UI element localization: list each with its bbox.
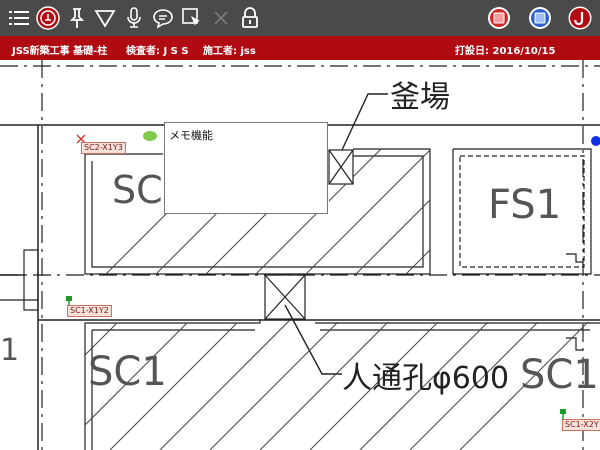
lock-icon[interactable] — [237, 5, 263, 31]
stamp-blue-icon[interactable] — [527, 5, 553, 31]
speech-bubble-icon[interactable] — [150, 5, 176, 31]
drawing-canvas[interactable]: 釜場 SC1 FS1 SC1 SC1 人通孔φ600 1 — [0, 60, 600, 450]
list-icon[interactable] — [6, 5, 32, 31]
close-icon[interactable] — [208, 5, 234, 31]
project-title: JSS新築工事 基礎-柱 — [12, 46, 108, 57]
memo-bubble-icon[interactable] — [143, 131, 157, 141]
label-kamaba: 釜場 — [390, 80, 450, 115]
contractor-label: 施工者: jss — [203, 46, 256, 57]
label-manhole: 人通孔φ600 — [342, 361, 509, 396]
label-sc1-bottom: SC1 — [88, 349, 167, 395]
stamp-red-icon[interactable] — [486, 5, 512, 31]
pin-icon[interactable] — [64, 5, 90, 31]
microphone-icon[interactable] — [121, 5, 147, 31]
label-edge-1: 1 — [0, 333, 19, 368]
cursor-select-icon[interactable] — [179, 5, 205, 31]
app-logo-icon[interactable] — [567, 5, 593, 31]
label-sc1-right: SC1 — [520, 352, 599, 398]
info-bar: JSS新築工事 基礎-柱 検査者: J S S 施工者: jss 打設日: 20… — [0, 36, 600, 60]
question-circle-icon[interactable] — [35, 5, 61, 31]
blue-dot-icon[interactable] — [591, 136, 600, 146]
toolbar — [0, 0, 600, 36]
triangle-icon[interactable] — [92, 5, 118, 31]
label-fs1: FS1 — [488, 182, 561, 228]
marker-label[interactable]: SC1-X1Y2 — [67, 305, 112, 317]
inspector-label: 検査者: J S S — [126, 46, 189, 57]
pour-date-label: 打設日: 2016/10/15 — [455, 46, 556, 57]
memo-label: メモ機能 — [169, 129, 213, 142]
marker-label[interactable]: SC2-X1Y3 — [81, 142, 126, 154]
marker-label[interactable]: SC1-X2Y — [562, 419, 600, 431]
memo-popup[interactable]: メモ機能 — [164, 122, 328, 214]
